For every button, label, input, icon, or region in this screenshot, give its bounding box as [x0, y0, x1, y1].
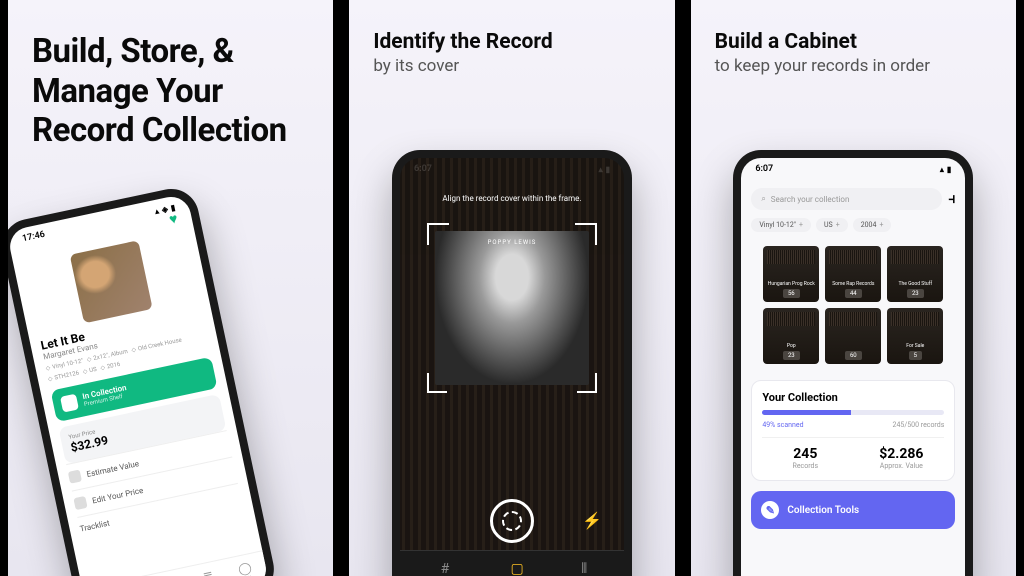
- signal-icon: ▴: [940, 165, 944, 174]
- status-time: 6:07: [755, 164, 773, 174]
- plus-icon: +: [836, 221, 840, 229]
- collection-title: Your Collection: [762, 391, 944, 404]
- status-time: 17:46: [21, 230, 46, 245]
- battery-icon: ▮: [947, 165, 951, 174]
- shutter-button[interactable]: [490, 499, 534, 543]
- scan-frame: POPPY LEWIS: [427, 223, 597, 393]
- status-bar: 6:07 ▴▮: [741, 158, 965, 180]
- crate[interactable]: 60: [825, 308, 881, 364]
- crate[interactable]: The Good Stuff23: [887, 246, 943, 302]
- search-icon: ⌕: [761, 194, 765, 204]
- stat-value: $2.286Approx. Value: [858, 446, 944, 470]
- crate[interactable]: Pop23: [763, 308, 819, 364]
- wrench-icon: ✎: [761, 501, 779, 519]
- hash-icon: #: [425, 561, 465, 576]
- panel-title: Identify the Record: [373, 30, 650, 54]
- bottom-nav: ⌕Search ♡Wishlist ⊞Wall ≣Collection ◯Pro…: [82, 550, 269, 576]
- filter-chip[interactable]: 2004+: [853, 218, 892, 232]
- signal-icon: ▴: [154, 206, 160, 216]
- tab-catalog-no[interactable]: #Catalog No: [425, 561, 465, 576]
- scanned-cover: POPPY LEWIS: [435, 231, 589, 385]
- filter-chip[interactable]: Vinyl 10-12"+: [751, 218, 811, 232]
- stat-records: 245Records: [762, 446, 848, 470]
- user-icon: ◯: [236, 560, 253, 576]
- panel-subtitle: to keep your records in order: [715, 56, 992, 76]
- filter-button[interactable]: ⫞: [948, 191, 955, 207]
- tab-cover[interactable]: ▢Cover: [507, 561, 528, 576]
- collection-summary: Your Collection 49% scanned 245/500 reco…: [751, 380, 955, 481]
- crate[interactable]: Hungarian Prog Rock56: [763, 246, 819, 302]
- collection-icon: [60, 394, 79, 413]
- meta-item: ◇ 2016: [100, 361, 121, 372]
- nav-profile[interactable]: ◯Profile: [236, 560, 255, 576]
- filter-chip[interactable]: US+: [816, 218, 848, 232]
- progress-count: 245/500 records: [893, 421, 945, 429]
- phone-mockup-3: 6:07 ▴▮ ⌕Search your collection ⫞ Vinyl …: [733, 150, 973, 576]
- headline: Build, Store, & Manage Your Record Colle…: [8, 0, 333, 151]
- plus-icon: +: [799, 221, 803, 229]
- progress-percent: 49% scanned: [762, 421, 803, 429]
- meta-item: ◇ US: [82, 366, 97, 376]
- square-icon: ▢: [507, 561, 528, 576]
- collection-tools-button[interactable]: ✎ Collection Tools: [751, 491, 955, 529]
- panel-title: Build a Cabinet: [715, 30, 992, 54]
- phone-mockup-2: 6:07 ▴▮ Align the record cover within th…: [392, 150, 632, 576]
- panel-subtitle: by its cover: [373, 56, 650, 76]
- barcode-icon: ⦀: [569, 561, 598, 576]
- stack-icon: ≣: [196, 567, 221, 576]
- progress-bar: [762, 410, 944, 415]
- tab-barcode[interactable]: ⦀Barcode: [569, 561, 598, 576]
- meta-item: ◇ STH2126: [47, 370, 79, 383]
- sliders-icon: ⫞: [948, 191, 955, 207]
- scan-hint: Align the record cover within the frame.: [400, 180, 624, 217]
- search-input[interactable]: ⌕Search your collection: [751, 188, 942, 210]
- cover-artist-label: POPPY LEWIS: [488, 239, 537, 246]
- plus-icon: +: [879, 221, 883, 229]
- album-cover[interactable]: [70, 240, 153, 323]
- cabinet-grid: Hungarian Prog Rock56 Some Rap Records44…: [741, 240, 965, 370]
- flash-icon[interactable]: ⚡: [582, 511, 602, 530]
- crate[interactable]: For Sale5: [887, 308, 943, 364]
- nav-collection[interactable]: ≣Collection: [196, 567, 222, 576]
- crate[interactable]: Some Rap Records44: [825, 246, 881, 302]
- phone-mockup-1: 17:46 ▴◈▮ ♥ Let It Be Margaret Evans ◇ V…: [8, 184, 279, 576]
- scan-mode-tabs: #Catalog No ▢Cover ⦀Barcode: [400, 550, 624, 576]
